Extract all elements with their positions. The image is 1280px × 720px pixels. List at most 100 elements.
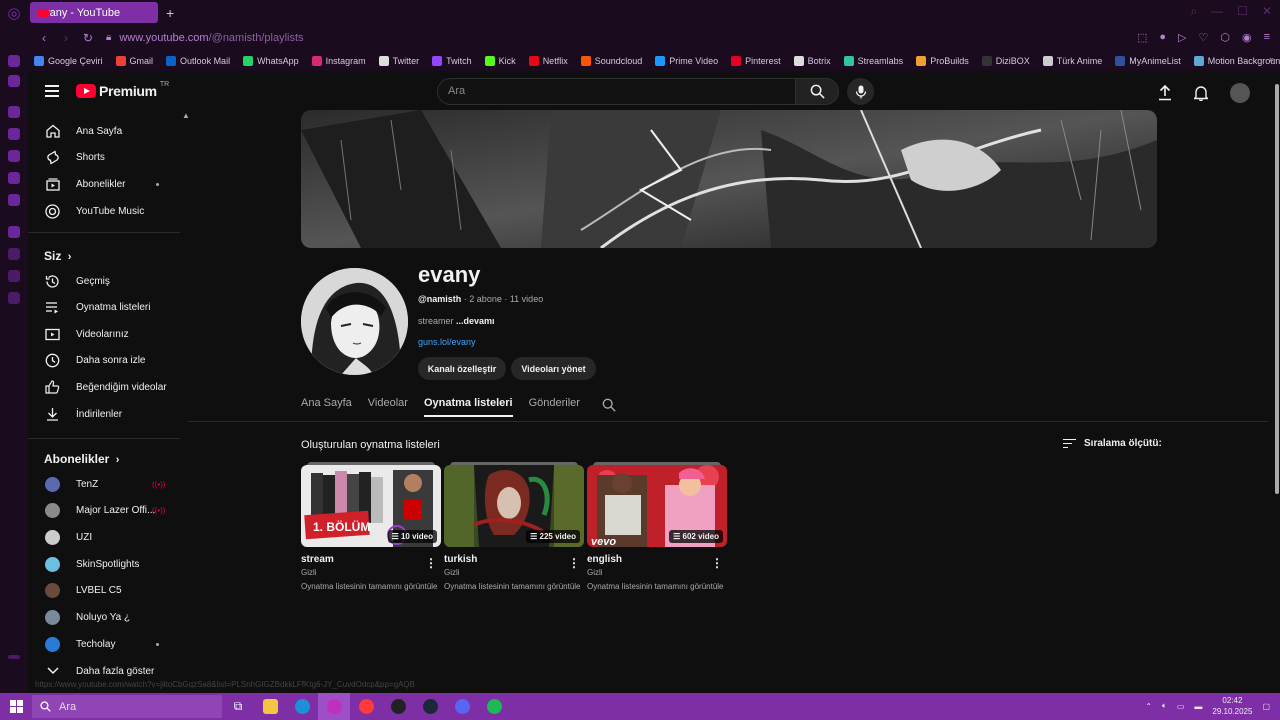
sidebar-app-icon[interactable] — [8, 75, 20, 87]
sidebar-item-download[interactable]: İndirilenler — [28, 401, 180, 427]
search-input[interactable]: Ara — [437, 78, 796, 105]
subscription-channel-item[interactable]: Techolay — [28, 631, 180, 657]
playlist-card[interactable]: vevo ☰ 602 video english Gizli Oynatma l… — [587, 462, 727, 591]
bookmark-item[interactable]: Twitch — [432, 55, 472, 66]
channel-search-icon[interactable] — [602, 398, 616, 412]
bookmark-item[interactable]: MyAnimeList — [1115, 55, 1181, 66]
reload-icon[interactable]: ↻ — [82, 31, 94, 45]
view-full-playlist-link[interactable]: Oynatma listesinin tamamını görüntüle — [444, 582, 584, 591]
bookmark-item[interactable]: Botrix — [793, 55, 831, 66]
forward-icon[interactable]: › — [60, 31, 72, 45]
notifications-bell-icon[interactable] — [1194, 85, 1208, 101]
manage-videos-button[interactable]: Videoları yönet — [511, 357, 596, 380]
taskbar-app-edge[interactable] — [286, 693, 318, 720]
snapshot-icon[interactable]: ⬚ — [1137, 31, 1147, 44]
sidebar-more-icon[interactable] — [8, 655, 20, 659]
taskbar-app-obs[interactable] — [382, 693, 414, 720]
channel-external-link[interactable]: guns.lol/evany — [418, 337, 476, 347]
url-field[interactable]: www.youtube.com/@namisth/playlists — [119, 32, 303, 44]
sidebar-scrollbar[interactable]: ▲ — [180, 111, 190, 693]
playlist-title[interactable]: turkish — [444, 554, 584, 565]
subscription-channel-item[interactable]: Noluyo Ya ¿ — [28, 605, 180, 631]
bookmark-item[interactable]: Instagram — [311, 55, 366, 66]
sort-by-button[interactable]: Sıralama ölçütü: — [1063, 438, 1162, 449]
sidebar-item-playlists[interactable]: Oynatma listeleri — [28, 295, 180, 321]
bookmark-item[interactable]: Streamlabs — [843, 55, 903, 66]
taskbar-app-opera[interactable] — [318, 693, 350, 720]
sidebar-app-icon[interactable] — [8, 55, 20, 67]
view-full-playlist-link[interactable]: Oynatma listesinin tamamını görüntüle — [301, 582, 441, 591]
playlist-card[interactable]: ☰ 225 video turkish Gizli Oynatma listes… — [444, 462, 584, 591]
back-icon[interactable]: ‹ — [38, 31, 50, 45]
sidebar-app-icon[interactable] — [8, 194, 20, 206]
account-avatar[interactable] — [1230, 83, 1250, 103]
search-tabs-icon[interactable]: ⌕ — [1190, 4, 1197, 19]
volume-icon[interactable]: 🔈︎ — [1162, 701, 1167, 711]
guide-menu-icon[interactable] — [45, 85, 59, 97]
lock-icon[interactable]: 🔒︎ — [106, 32, 111, 43]
sidebar-item-watch-later[interactable]: Daha sonra izle — [28, 348, 180, 374]
bookmark-item[interactable]: ProBuilds — [916, 55, 969, 66]
bookmark-item[interactable]: Prime Video — [655, 55, 718, 66]
playlist-card[interactable]: 1. BÖLÜM ☰ 10 video stream Gizli Oynatma… — [301, 462, 441, 591]
bookmark-item[interactable]: WhatsApp — [243, 55, 299, 66]
sidebar-item-youtube-music[interactable]: YouTube Music — [28, 198, 180, 224]
you-section-title[interactable]: Siz › — [44, 249, 71, 263]
subscriptions-section-title[interactable]: Abonelikler › — [44, 452, 119, 466]
sidebar-item-history[interactable]: Geçmiş — [28, 268, 180, 294]
heart-icon[interactable]: ♡ — [1198, 31, 1208, 44]
playlist-thumbnail[interactable]: vevo ☰ 602 video — [587, 465, 727, 547]
sidebar-app-icon[interactable] — [8, 292, 20, 304]
tab-posts[interactable]: Gönderiler — [529, 397, 580, 417]
playlist-thumbnail[interactable]: ☰ 225 video — [444, 465, 584, 547]
customize-channel-button[interactable]: Kanalı özelleştir — [418, 357, 506, 380]
minimize-button[interactable]: — — [1211, 4, 1223, 19]
tab-videos[interactable]: Videolar — [368, 397, 408, 417]
bookmarks-overflow-icon[interactable]: » — [1269, 54, 1274, 64]
bookmark-item[interactable]: Soundcloud — [580, 55, 642, 66]
taskbar-app-discord[interactable] — [446, 693, 478, 720]
scrollbar-thumb[interactable] — [1275, 84, 1279, 494]
subscription-channel-item[interactable]: TenZ ((•)) — [28, 471, 180, 497]
subscription-channel-item[interactable]: LVBEL C5 — [28, 578, 180, 604]
sidebar-app-icon[interactable] — [8, 226, 20, 238]
bookmark-item[interactable]: Google Çeviri — [34, 55, 103, 66]
close-window-button[interactable]: ✕ — [1262, 4, 1272, 19]
bookmark-item[interactable]: DiziBOX — [981, 55, 1030, 66]
vpn-icon[interactable]: ● — [1159, 31, 1166, 44]
bookmark-item[interactable]: Motion Background — [1193, 55, 1280, 66]
task-view-button[interactable]: ⧉ — [222, 693, 254, 720]
bookmark-item[interactable]: Türk Anime — [1042, 55, 1102, 66]
more-actions-icon[interactable]: ⋮ — [568, 556, 580, 570]
taskbar-app-spotify[interactable] — [478, 693, 510, 720]
subscription-channel-item[interactable]: SkinSpotlights — [28, 551, 180, 577]
tab-playlists[interactable]: Oynatma listeleri — [423, 397, 513, 417]
profile-icon[interactable]: ◉ — [1242, 31, 1252, 44]
bookmark-item[interactable]: Twitter — [378, 55, 419, 66]
extensions-icon[interactable]: ⬡ — [1220, 31, 1230, 44]
playlist-thumbnail[interactable]: 1. BÖLÜM ☰ 10 video — [301, 465, 441, 547]
tab-home[interactable]: Ana Sayfa — [301, 397, 352, 417]
subscription-channel-item[interactable]: UZI — [28, 524, 180, 550]
taskbar-clock[interactable]: 02:42 29.10.2025 — [1212, 695, 1252, 717]
sidebar-app-icon[interactable] — [8, 248, 20, 260]
sidebar-app-icon[interactable] — [8, 172, 20, 184]
menu-icon[interactable]: ≡ — [1264, 31, 1270, 44]
bookmark-item[interactable]: Outlook Mail — [166, 55, 230, 66]
description-more-link[interactable]: ...devamı — [456, 316, 495, 326]
taskbar-app-steam[interactable] — [414, 693, 446, 720]
voice-search-button[interactable] — [847, 78, 874, 105]
playlist-title[interactable]: stream — [301, 554, 441, 565]
bookmark-item[interactable]: Netflix — [528, 55, 568, 66]
taskbar-search-input[interactable]: Ara — [32, 695, 222, 718]
channel-description[interactable]: streamer ...devamı — [418, 316, 495, 326]
scroll-up-icon[interactable]: ▲ — [182, 111, 190, 120]
sidebar-item-subscriptions[interactable]: Abonelikler — [28, 171, 180, 197]
browser-tab[interactable]: evany - YouTube — [30, 2, 158, 23]
sidebar-app-icon[interactable] — [8, 270, 20, 282]
sidebar-item-shorts[interactable]: Shorts — [28, 145, 180, 171]
view-full-playlist-link[interactable]: Oynatma listesinin tamamını görüntüle — [587, 582, 727, 591]
playlist-title[interactable]: english — [587, 554, 727, 565]
network-icon[interactable]: ▬ — [1194, 702, 1202, 711]
sidebar-item-home[interactable]: Ana Sayfa — [28, 118, 180, 144]
